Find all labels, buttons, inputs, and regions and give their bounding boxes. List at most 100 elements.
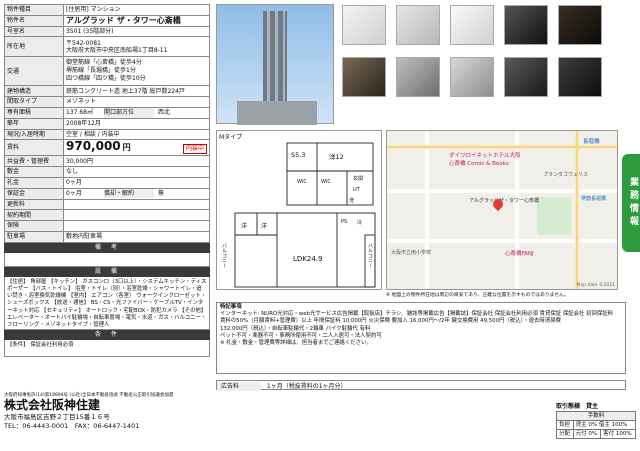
company-address: 大阪市福島区吉野２丁目15番１６号	[4, 413, 110, 421]
hoshokin-key2: 償却・解約	[104, 189, 154, 199]
fee-table-header: 手数料	[556, 411, 636, 421]
spec-value	[63, 198, 210, 211]
spec-value: 3501 (35階部分)	[63, 25, 210, 38]
address-text: 大阪府大阪市中央区南船場1丁目8-11	[66, 46, 168, 54]
remarks-header: 備 考	[4, 242, 210, 253]
fee-cell: 元付 0%	[572, 429, 602, 439]
spec-key: 専有面積	[4, 106, 64, 119]
fee-cell: 負担	[556, 420, 574, 430]
facilities-text: 【住居】 角部屋 【キッチン】 ガスコンロ（3口以上）・システムキッチン・ディス…	[4, 276, 210, 330]
company-name: 株式会社阪神住建	[4, 398, 101, 412]
map-label: 大阪市立南小学校	[391, 250, 432, 256]
spec-value	[63, 209, 210, 222]
zip-code: 〒542-0081	[66, 39, 101, 47]
room-label: 洗	[349, 198, 355, 204]
notes-line: 132,000円（税込）・自転車駐輪代・2輪車 バイク駐輪代 有料	[220, 325, 371, 332]
room-label: 洋	[241, 223, 248, 230]
fee-cell: 分配	[556, 429, 574, 439]
map-label: アルグラッドザ・タワー心斎橋	[469, 198, 539, 204]
spec-key: 交通	[4, 56, 64, 87]
fee-table-block: 取引態様 貸主 手数料 負担 貸主 0% 借主 100% 分配 元付 0% 客付 10…	[556, 402, 637, 439]
conditions-header: 条 件	[4, 329, 210, 340]
fee-cell: 客付 100%	[600, 429, 636, 439]
spec-key: 号室名	[4, 25, 64, 38]
special-notes-box: 特記事項 インターネット: NURO光対応・web光サービス広告掲載【取扱店】チ…	[216, 302, 626, 374]
map-credit: Map data ©2021	[576, 283, 615, 288]
rent-value: 970,000	[66, 139, 121, 153]
spec-key: 物件種目	[4, 4, 64, 16]
map-note: ※ 地図上の物件所在地は周辺の目安であり、正確な位置を示すものではありません。	[386, 293, 569, 298]
spec-value: 2008年12月	[63, 117, 210, 130]
room-label: 洋12	[329, 153, 344, 161]
address-cell: 〒542-0081 大阪府大阪市中央区南船場1丁目8-11	[63, 36, 210, 58]
map-label: プランタゴウェリス	[543, 172, 589, 178]
side-tab[interactable]: 業務情報	[622, 154, 640, 252]
room-label: 冷	[357, 220, 363, 226]
photo-thumbnail-interior-3	[450, 5, 494, 45]
spec-value	[63, 220, 210, 232]
photo-thumbnail-interior-7	[396, 57, 440, 97]
company-fax: FAX：06-6447-1401	[74, 422, 140, 430]
spec-value: なし	[63, 166, 210, 178]
photo-thumbnail-interior-4	[504, 5, 548, 45]
access-cell: 御堂筋線「心斎橋」徒歩4分 堺筋線「長堀橋」徒歩1分 四つ橋線「四ツ橋」徒歩10分	[63, 56, 210, 87]
property-name: アルグラッド ザ・タワー心斎橋	[63, 14, 210, 27]
photo-thumbnail-interior-10	[558, 57, 602, 97]
company-block: 大阪府知事免許(14)第18894号 (公社)全日本不動産協会 不動産公正取引協…	[4, 392, 404, 431]
notes-line: ※ 礼金・敷金・管理費等詳細は、担当者までご連絡ください。	[220, 340, 372, 347]
spec-key: 更新料	[4, 198, 64, 211]
room-label: LDK24.9	[293, 255, 323, 263]
transaction-type: 取引態様 貸主	[556, 403, 599, 410]
photo-thumbnail-interior-9	[504, 57, 548, 97]
fee-table: 手数料 負担 貸主 0% 借主 100% 分配 元付 0% 客付 100%	[556, 411, 637, 439]
ad-fee-key: 広告料	[217, 382, 261, 391]
property-spec-table: 物件種目 [住居用] マンション 物件名 アルグラッド ザ・タワー心斎橋 号室名 35…	[4, 4, 210, 357]
area-cell: 137.68㎡ 開口部方位 西北	[63, 106, 210, 119]
spec-key: 保険	[4, 220, 64, 232]
room-label: PS	[341, 219, 348, 225]
status-badge: 内装中	[182, 143, 207, 154]
notes-line: 賃料の50%（月額賃料+管理費）以上 年間保証料 10,000円 火災保険 要加…	[220, 318, 561, 325]
spec-key: 築年	[4, 117, 64, 130]
spec-key: 敷金	[4, 166, 64, 178]
fee-cell: 貸主 0% 借主 100%	[572, 420, 637, 430]
company-tel: TEL：06-4443-0001	[4, 422, 69, 430]
spec-key: 礼金	[4, 176, 64, 189]
hoshokin-value2: 無	[158, 189, 165, 197]
spec-value: メゾネット	[63, 96, 210, 108]
spec-key: 現況/入居時期	[4, 128, 64, 141]
spec-key: 所在地	[4, 36, 64, 58]
area-value: 137.68㎡	[66, 109, 93, 117]
spec-key: 建物構造	[4, 85, 64, 98]
building-photo	[216, 4, 334, 125]
spec-key: 保証金	[4, 187, 64, 200]
room-label: WIC	[297, 179, 307, 185]
location-map[interactable]: ダイワロイネットホテル大阪 心斎橋 Comic & Books プランタゴウェリ…	[386, 130, 618, 290]
orientation-value: 西北	[158, 109, 171, 117]
room-label: WIC	[321, 179, 331, 185]
spec-key: 物件名	[4, 14, 64, 27]
room-label: 洋	[261, 223, 268, 230]
spec-key: 契約期間	[4, 209, 64, 222]
photo-thumbnail-interior-6	[342, 57, 386, 97]
map-label: 心斎橋 Comic & Books	[449, 161, 509, 167]
photo-thumbnail-interior-5	[558, 5, 602, 45]
tower-illustration	[237, 11, 317, 125]
photo-thumbnail-interior-1	[342, 5, 386, 45]
spec-value: [住居用] マンション	[63, 4, 210, 16]
company-contact: TEL：06-4443-0001 FAX：06-6447-1401	[4, 422, 404, 431]
map-label: 心斎橋FANJ	[505, 251, 534, 257]
map-label: 堺筋長堀橋	[581, 196, 607, 202]
floor-plan: Mタイプ S5.3 洋12 WIC WIC 洋 洋 LDK24.9 UT バルコ…	[216, 130, 382, 290]
hoshokin-value: 0ヶ月	[66, 189, 82, 197]
rent-unit: 円	[122, 142, 131, 152]
photo-thumbnail-interior-8	[450, 57, 494, 97]
spec-value: 空室 / 相談 / 内装中	[63, 128, 210, 141]
orientation-key: 開口部方位	[104, 108, 154, 118]
room-label: バルコニー	[221, 243, 227, 268]
map-label: 長堀橋	[583, 139, 600, 145]
ad-fee-value: 1ヶ月（税抜賃料の1ヶ月分）	[266, 383, 347, 390]
spec-value: 敷地内駐車場	[63, 230, 210, 243]
notes-line: ペット不可・楽器不可・事務所使用不可・二人入居可・法人契約可	[220, 332, 382, 339]
hoshokin-cell: 0ヶ月 償却・解約無	[63, 187, 210, 200]
